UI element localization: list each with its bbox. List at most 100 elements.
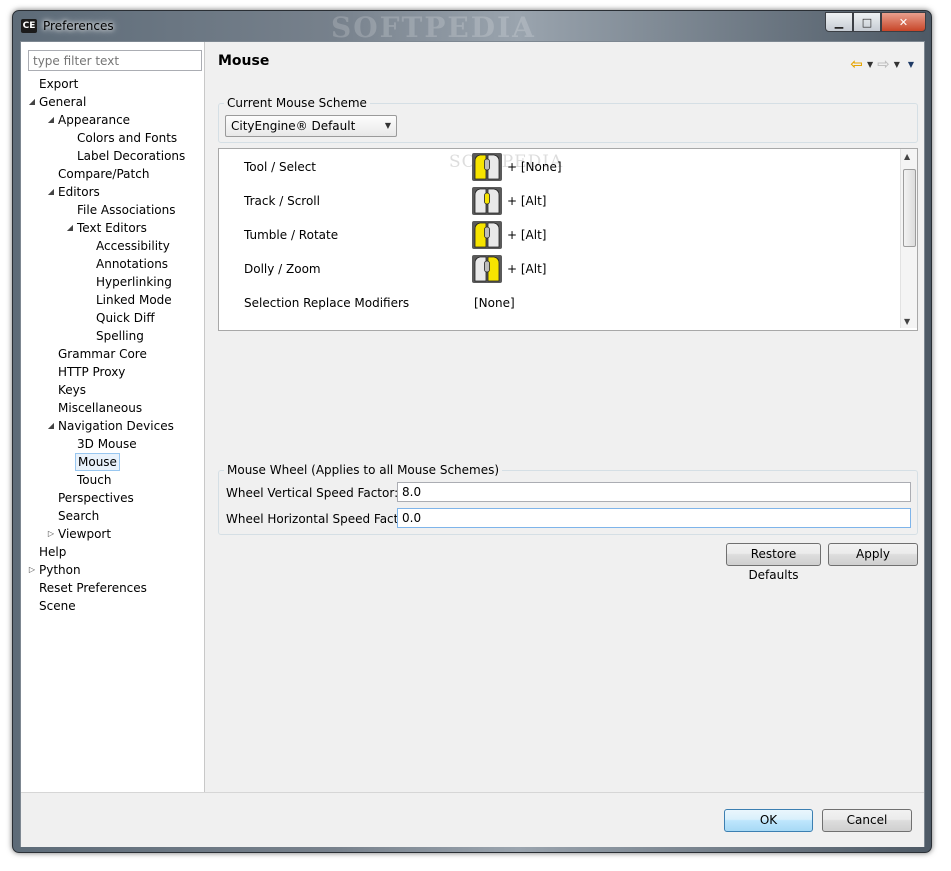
app-icon: CE bbox=[21, 19, 37, 33]
forward-arrow-icon[interactable]: ⇨ bbox=[877, 55, 890, 73]
chevron-down-icon: ▼ bbox=[384, 121, 391, 130]
tree-item[interactable]: Grammar Core bbox=[46, 345, 149, 363]
tree-item[interactable]: Label Decorations bbox=[65, 147, 187, 165]
tree-item[interactable]: Reset Preferences bbox=[27, 579, 149, 597]
tree-item[interactable]: Compare/Patch bbox=[46, 165, 151, 183]
binding-modifier[interactable]: + [Alt] bbox=[507, 254, 546, 284]
tree-expanded-icon[interactable]: ◢ bbox=[46, 417, 56, 435]
tree-item[interactable]: Miscellaneous bbox=[46, 399, 144, 417]
tree-expanded-icon[interactable]: ◢ bbox=[46, 111, 56, 129]
preference-page: Mouse ⇦ ▼ ⇨ ▼ ▼ Current Mouse Scheme Cit… bbox=[205, 42, 924, 792]
tree-item[interactable]: ◢ Editors bbox=[46, 183, 102, 201]
scrollbar-thumb[interactable] bbox=[903, 169, 916, 247]
mouse-scheme-combo-value: CityEngine® Default bbox=[231, 119, 356, 133]
tree-item-label: Mouse bbox=[75, 453, 120, 471]
tree-item[interactable]: ▷ Viewport bbox=[46, 525, 113, 543]
tree-item[interactable]: Touch bbox=[65, 471, 113, 489]
restore-defaults-button[interactable]: Restore Defaults bbox=[726, 543, 821, 582]
tree-item[interactable]: HTTP Proxy bbox=[46, 363, 127, 381]
cancel-button[interactable]: Cancel bbox=[822, 809, 912, 832]
filter-input[interactable] bbox=[28, 50, 202, 71]
binding-modifier[interactable]: + [None] bbox=[507, 152, 562, 182]
tree-item-label: Accessibility bbox=[96, 239, 170, 253]
binding-modifier[interactable]: + [Alt] bbox=[507, 186, 546, 216]
tree-item-label: Annotations bbox=[96, 257, 169, 271]
page-header: Mouse ⇦ ▼ ⇨ ▼ ▼ bbox=[205, 42, 924, 76]
tree-item[interactable]: Annotations bbox=[84, 255, 170, 273]
tree-expanded-icon[interactable]: ◢ bbox=[46, 183, 56, 201]
tree-item[interactable]: 3D Mouse bbox=[65, 435, 139, 453]
tree-item[interactable]: Scene bbox=[27, 597, 78, 615]
wheel-vertical-label: Wheel Vertical Speed Factor: bbox=[226, 486, 399, 500]
mouse-scheme-group-label: Current Mouse Scheme bbox=[224, 96, 370, 110]
maximize-button[interactable]: □ bbox=[853, 12, 881, 32]
mouse-left-button-icon bbox=[471, 152, 503, 182]
tree-item[interactable]: Search bbox=[46, 507, 101, 525]
watermark: SOFTPEDIA bbox=[331, 11, 536, 44]
mouse-left-button-icon bbox=[471, 220, 503, 250]
bindings-scrollbar[interactable]: ▲ ▼ bbox=[900, 149, 917, 328]
scroll-down-icon[interactable]: ▼ bbox=[904, 317, 910, 326]
tree-item[interactable]: Colors and Fonts bbox=[65, 129, 179, 147]
tree-item[interactable]: Linked Mode bbox=[84, 291, 174, 309]
tree-collapsed-icon[interactable]: ▷ bbox=[27, 561, 37, 579]
title-bar[interactable]: CE Preferences SOFTPEDIA ▁ □ ✕ bbox=[13, 11, 931, 44]
view-menu-icon[interactable]: ▼ bbox=[908, 60, 914, 69]
tree-item[interactable]: Export bbox=[27, 75, 80, 93]
wheel-vertical-input[interactable] bbox=[397, 482, 911, 502]
tree-item-label: Python bbox=[39, 563, 81, 577]
tree-collapsed-icon[interactable]: ▷ bbox=[46, 525, 56, 543]
binding-action-label: Tool / Select bbox=[244, 160, 316, 174]
wheel-horizontal-input[interactable] bbox=[397, 508, 911, 528]
tree-item[interactable]: ▷ Python bbox=[27, 561, 83, 579]
tree-item-label: Reset Preferences bbox=[39, 581, 147, 595]
history-navigation: ⇦ ▼ ⇨ ▼ ▼ bbox=[850, 55, 914, 73]
tree-item[interactable]: Hyperlinking bbox=[84, 273, 174, 291]
tree-item-label: General bbox=[39, 95, 87, 109]
tree-item-label: Spelling bbox=[96, 329, 144, 343]
preference-tree-pane: Export◢General◢AppearanceColors and Font… bbox=[21, 42, 205, 792]
tree-item-label: Editors bbox=[58, 185, 100, 199]
tree-item[interactable]: Quick Diff bbox=[84, 309, 157, 327]
tree-item-label: 3D Mouse bbox=[77, 437, 137, 451]
tree-item-label: Viewport bbox=[58, 527, 112, 541]
tree-item[interactable]: Keys bbox=[46, 381, 88, 399]
binding-action-label: Track / Scroll bbox=[244, 194, 320, 208]
tree-expanded-icon[interactable]: ◢ bbox=[27, 93, 37, 111]
tree-item-label: Touch bbox=[77, 473, 112, 487]
tree-item-label: Keys bbox=[58, 383, 87, 397]
ok-button[interactable]: OK bbox=[724, 809, 813, 832]
tree-item[interactable]: Spelling bbox=[84, 327, 146, 345]
tree-item-label: Scene bbox=[39, 599, 76, 613]
binding-modifier[interactable]: + [Alt] bbox=[507, 220, 546, 250]
dialog-footer: OK Cancel bbox=[21, 792, 924, 847]
mouse-scheme-combo[interactable]: CityEngine® Default ▼ bbox=[225, 115, 397, 137]
tree-item[interactable]: ◢ Appearance bbox=[46, 111, 132, 129]
tree-item[interactable]: Perspectives bbox=[46, 489, 136, 507]
minimize-button[interactable]: ▁ bbox=[825, 12, 853, 32]
back-dropdown-icon[interactable]: ▼ bbox=[867, 60, 873, 69]
back-arrow-icon[interactable]: ⇦ bbox=[850, 55, 863, 73]
tree-item[interactable]: File Associations bbox=[65, 201, 177, 219]
apply-button[interactable]: Apply bbox=[828, 543, 918, 566]
tree-item-label: Appearance bbox=[58, 113, 131, 127]
wheel-horizontal-label: Wheel Horizontal Speed Factor: bbox=[226, 512, 415, 526]
tree-item-label: Text Editors bbox=[77, 221, 147, 235]
mouse-right-button-icon bbox=[471, 254, 503, 284]
binding-modifier[interactable]: [None] bbox=[474, 288, 515, 318]
tree-item[interactable]: Accessibility bbox=[84, 237, 172, 255]
tree-item-label: Export bbox=[39, 77, 79, 91]
forward-dropdown-icon[interactable]: ▼ bbox=[894, 60, 900, 69]
tree-item-label: HTTP Proxy bbox=[58, 365, 126, 379]
tree-item[interactable]: ◢ Text Editors bbox=[65, 219, 149, 237]
close-button[interactable]: ✕ bbox=[881, 12, 926, 32]
mouse-bindings-list[interactable]: SOFTPEDIA Tool / Select + [None] Track / S… bbox=[218, 148, 918, 331]
scroll-up-icon[interactable]: ▲ bbox=[904, 152, 910, 161]
tree-item[interactable]: ◢ Navigation Devices bbox=[46, 417, 176, 435]
tree-expanded-icon[interactable]: ◢ bbox=[65, 219, 75, 237]
mouse-wheel-group-label: Mouse Wheel (Applies to all Mouse Scheme… bbox=[224, 463, 503, 477]
tree-item[interactable]: Help bbox=[27, 543, 68, 561]
binding-action-label: Dolly / Zoom bbox=[244, 262, 321, 276]
tree-item[interactable]: ◢ General bbox=[27, 93, 88, 111]
tree-item[interactable]: Mouse bbox=[65, 453, 120, 471]
